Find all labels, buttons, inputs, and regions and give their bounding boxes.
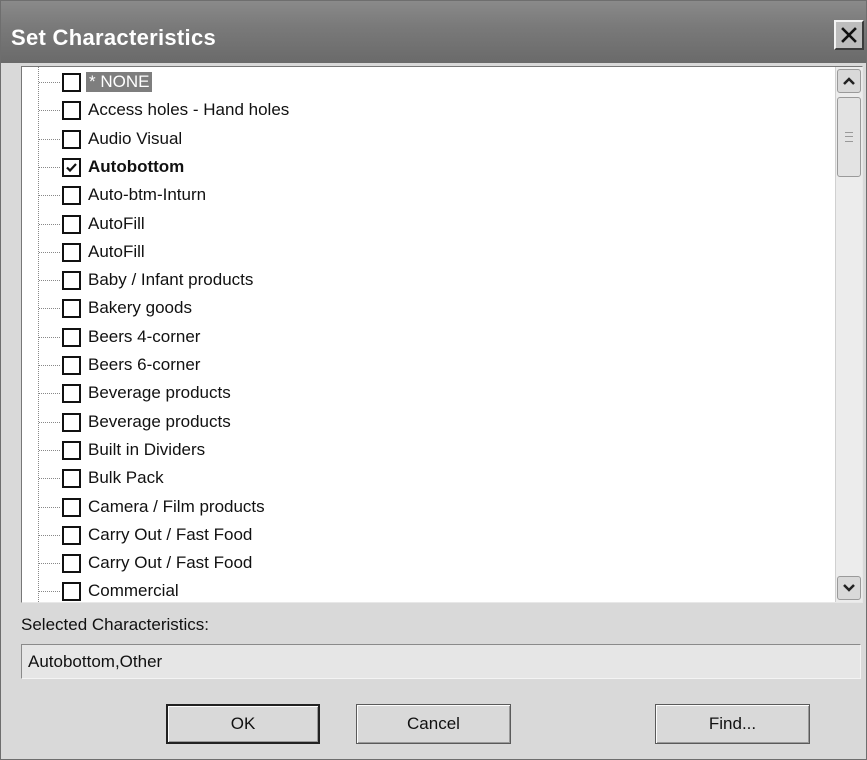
- list-item-label: AutoFill: [88, 241, 145, 261]
- list-item-label: Carry Out / Fast Food: [88, 553, 253, 573]
- checkbox[interactable]: [62, 73, 81, 92]
- checkmark-icon: [66, 163, 77, 172]
- checkbox[interactable]: [62, 101, 81, 121]
- grip-icon: [845, 132, 853, 142]
- list-item-label: * NONE: [86, 72, 153, 92]
- scroll-up-button[interactable]: [837, 69, 861, 93]
- tree-connector: [39, 110, 60, 112]
- tree-connector: [39, 166, 60, 168]
- list-item-label: Access holes - Hand holes: [88, 100, 290, 120]
- list-item-label: Baby / Infant products: [88, 270, 254, 290]
- checkbox[interactable]: [62, 157, 81, 177]
- checkbox[interactable]: [62, 186, 81, 206]
- list-item[interactable]: Beverage products: [22, 408, 834, 437]
- list-item[interactable]: Baby / Infant products: [22, 266, 834, 295]
- ok-button[interactable]: OK: [166, 704, 320, 744]
- tree-connector: [39, 336, 60, 338]
- checkbox[interactable]: [62, 497, 81, 517]
- selected-characteristics-field[interactable]: Autobottom,Other: [21, 644, 861, 679]
- list-item[interactable]: * NONE: [22, 68, 834, 97]
- list-item[interactable]: Bakery goods: [22, 294, 834, 323]
- checkbox[interactable]: [62, 384, 81, 404]
- list-item-label: Bakery goods: [88, 298, 192, 318]
- checkbox[interactable]: [62, 525, 81, 545]
- checkbox[interactable]: [62, 554, 81, 574]
- characteristics-tree: * NONE Access holes - Hand holes Audio Vis…: [22, 67, 834, 602]
- list-item[interactable]: Audio Visual: [22, 125, 834, 154]
- checkbox[interactable]: [62, 214, 81, 234]
- list-item-label: Built in Dividers: [88, 439, 206, 459]
- list-item-label: Beverage products: [88, 383, 231, 403]
- tree-connector: [39, 421, 60, 423]
- tree-connector: [39, 534, 60, 536]
- list-item[interactable]: Carry Out / Fast Food: [22, 521, 834, 550]
- title-bar[interactable]: Set Characteristics: [1, 1, 866, 63]
- close-icon: [841, 27, 857, 43]
- tree-connector: [39, 280, 60, 282]
- tree-connector: [39, 591, 60, 593]
- tree-connector: [39, 251, 60, 253]
- close-button[interactable]: [834, 20, 864, 50]
- chevron-up-icon: [843, 77, 855, 85]
- list-item-label: Beers 4-corner: [88, 326, 201, 346]
- tree-connector: [39, 478, 60, 480]
- checkbox[interactable]: [62, 440, 81, 460]
- set-characteristics-dialog: Set Characteristics * NONE Access holes -…: [0, 0, 867, 760]
- selected-characteristics-label: Selected Characteristics:: [21, 615, 210, 634]
- find-button[interactable]: Find...: [655, 704, 810, 744]
- list-item-label: Commercial: [88, 581, 179, 601]
- checkbox[interactable]: [62, 129, 81, 149]
- list-item[interactable]: Beers 6-corner: [22, 351, 834, 380]
- checkbox[interactable]: [62, 242, 81, 262]
- checkbox[interactable]: [62, 271, 81, 291]
- list-item-label: Auto-btm-Inturn: [88, 185, 207, 205]
- list-item-label: AutoFill: [88, 213, 145, 233]
- list-item[interactable]: AutoFill: [22, 238, 834, 267]
- tree-connector: [39, 365, 60, 366]
- tree-connector: [39, 393, 60, 395]
- tree-connector: [39, 563, 60, 565]
- tree-connector: [39, 195, 60, 197]
- tree-connector: [39, 223, 60, 225]
- checkbox[interactable]: [62, 299, 81, 319]
- vertical-scrollbar[interactable]: [835, 67, 862, 602]
- scroll-thumb[interactable]: [837, 97, 861, 177]
- scroll-down-button[interactable]: [837, 576, 861, 600]
- list-item-label: Bulk Pack: [88, 468, 164, 488]
- list-item[interactable]: Beverage products: [22, 379, 834, 408]
- list-item[interactable]: Autobottom: [22, 153, 834, 182]
- list-item[interactable]: Built in Dividers: [22, 436, 834, 465]
- cancel-button[interactable]: Cancel: [356, 704, 511, 744]
- tree-connector: [39, 82, 60, 83]
- list-item[interactable]: Carry Out / Fast Food: [22, 549, 834, 578]
- checkbox[interactable]: [62, 469, 81, 489]
- characteristics-list[interactable]: * NONE Access holes - Hand holes Audio Vis…: [21, 66, 863, 603]
- list-item[interactable]: Access holes - Hand holes: [22, 96, 834, 125]
- checkbox[interactable]: [62, 356, 81, 375]
- tree-connector: [39, 506, 60, 508]
- checkbox[interactable]: [62, 412, 81, 432]
- list-item[interactable]: Camera / Film products: [22, 493, 834, 522]
- list-item-label: Beverage products: [88, 411, 231, 431]
- dialog-title: Set Characteristics: [11, 25, 217, 50]
- tree-connector: [39, 449, 60, 451]
- list-item[interactable]: Beers 4-corner: [22, 323, 834, 352]
- list-item[interactable]: AutoFill: [22, 210, 834, 239]
- list-item-label: Camera / Film products: [88, 496, 265, 516]
- list-item[interactable]: Auto-btm-Inturn: [22, 181, 834, 210]
- checkbox[interactable]: [62, 327, 81, 347]
- list-item-label: Autobottom: [88, 156, 185, 176]
- chevron-down-icon: [843, 584, 855, 592]
- list-item[interactable]: Bulk Pack: [22, 464, 834, 493]
- tree-connector: [39, 308, 60, 310]
- tree-connector: [39, 138, 60, 140]
- list-item-label: Audio Visual: [88, 128, 183, 148]
- list-item[interactable]: Commercial: [22, 577, 834, 602]
- checkbox[interactable]: [62, 582, 81, 602]
- list-item-label: Carry Out / Fast Food: [88, 524, 253, 544]
- list-item-label: Beers 6-corner: [88, 355, 201, 374]
